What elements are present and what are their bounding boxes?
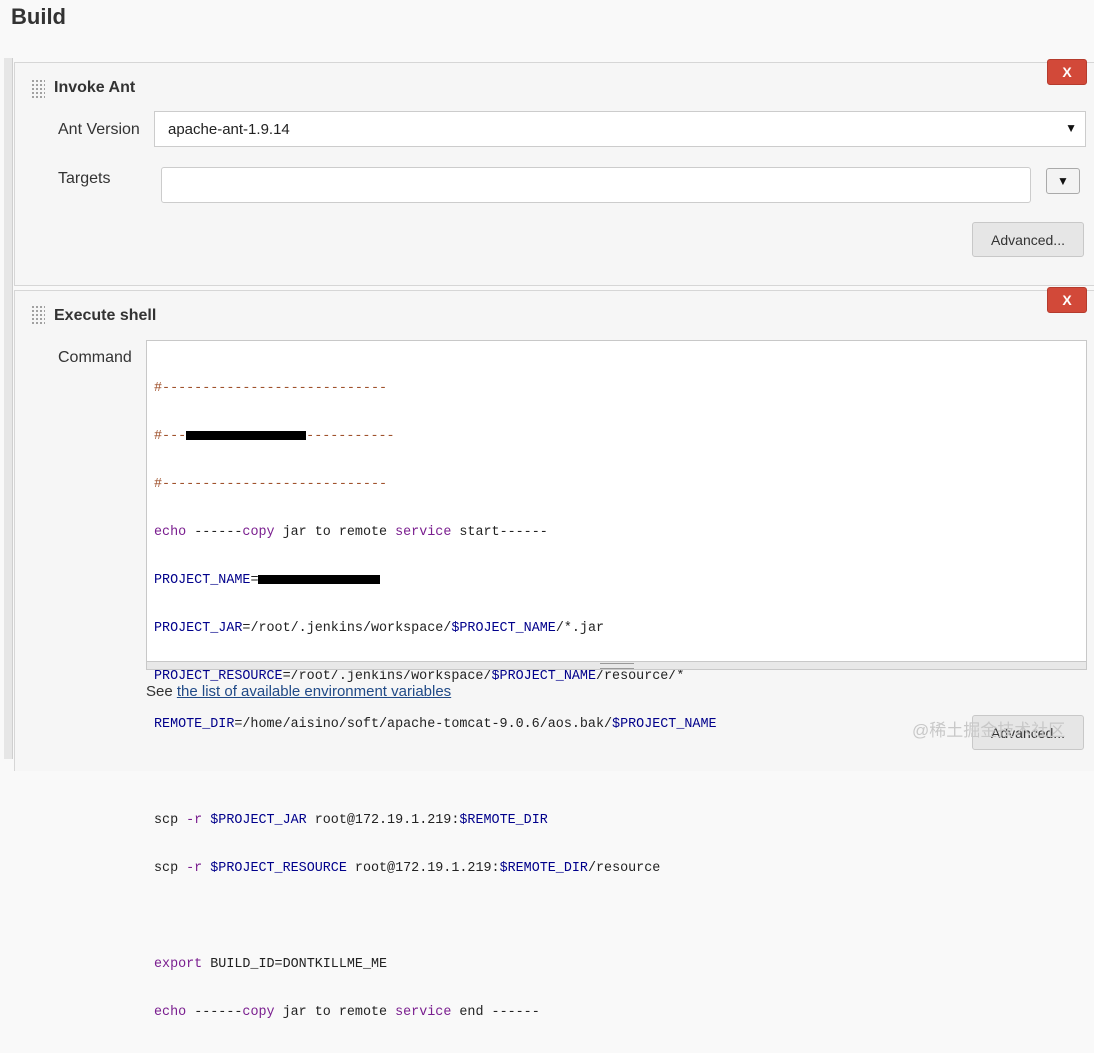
redacted-block xyxy=(258,574,381,584)
left-gutter xyxy=(4,58,13,759)
delete-ant-step-button[interactable]: X xyxy=(1047,59,1087,85)
code-line: #---------------------------- xyxy=(154,477,388,492)
code-line: echo ------copy jar to remote service en… xyxy=(154,1005,540,1020)
targets-input[interactable] xyxy=(161,167,1031,203)
ant-version-select[interactable]: apache-ant-1.9.14 ▼ xyxy=(154,111,1086,147)
chevron-down-icon: ▼ xyxy=(1065,121,1077,135)
redacted-block xyxy=(186,430,307,440)
grip-icon xyxy=(600,663,634,669)
delete-shell-step-button[interactable]: X xyxy=(1047,287,1087,313)
code-line: scp -r $PROJECT_RESOURCE root@172.19.1.2… xyxy=(154,861,661,876)
ant-version-label: Ant Version xyxy=(58,121,140,138)
expand-icon: ▼ xyxy=(1057,174,1069,188)
code-line: PROJECT_NAME= xyxy=(154,573,1086,589)
textarea-resize-handle[interactable] xyxy=(146,662,1087,670)
ant-advanced-button[interactable]: Advanced... xyxy=(972,222,1084,257)
code-line: export BUILD_ID=DONTKILLME_ME xyxy=(154,957,388,972)
ant-version-value: apache-ant-1.9.14 xyxy=(168,121,290,138)
drag-handle-icon[interactable] xyxy=(31,79,45,99)
code-line: scp -r $PROJECT_JAR root@172.19.1.219:$R… xyxy=(154,813,548,828)
code-line: #--- ----------- xyxy=(154,429,395,444)
invoke-ant-title: Invoke Ant xyxy=(54,79,136,96)
page-title: Build xyxy=(11,4,66,29)
execute-shell-section: Execute shell X Command #---------------… xyxy=(14,287,1094,1020)
code-line: #---------------------------- xyxy=(154,381,388,396)
invoke-ant-section: Invoke Ant X Ant Version apache-ant-1.9.… xyxy=(14,59,1094,286)
drag-handle-icon[interactable] xyxy=(31,305,45,325)
expand-targets-button[interactable]: ▼ xyxy=(1046,168,1080,194)
command-label: Command xyxy=(58,349,132,366)
env-vars-hint: See the list of available environment va… xyxy=(146,683,451,700)
code-line: PROJECT_JAR=/root/.jenkins/workspace/$PR… xyxy=(154,621,605,636)
command-textarea[interactable]: #---------------------------- #--- ------… xyxy=(146,340,1087,1020)
env-vars-link[interactable]: the list of available environment variab… xyxy=(177,683,451,700)
execute-shell-title: Execute shell xyxy=(54,307,157,324)
code-line: echo ------copy jar to remote service st… xyxy=(154,525,548,540)
see-prefix: See xyxy=(146,683,177,700)
targets-label: Targets xyxy=(58,170,111,187)
watermark: @稀土掘金技术社区 xyxy=(912,721,1066,740)
